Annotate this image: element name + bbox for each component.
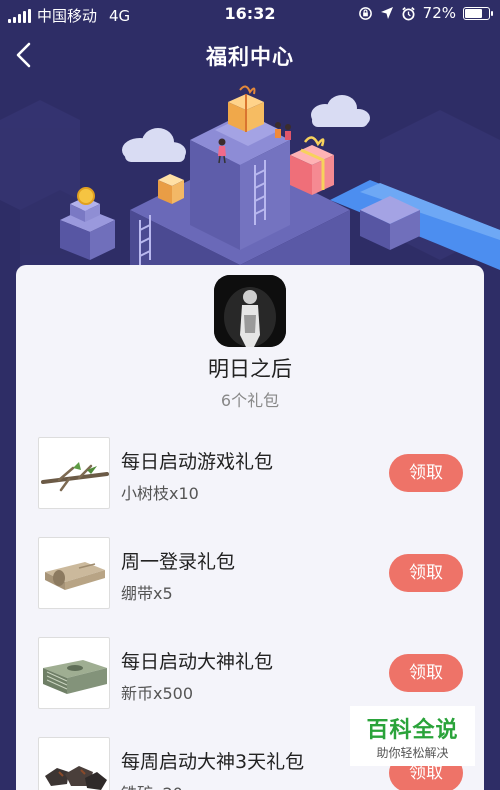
item-reward: 绷带x5 <box>121 584 173 603</box>
screen: 中国移动 4G 16:32 72% 福利中心 明日之后 6个礼包 每日启动游戏礼… <box>0 0 500 790</box>
list-item: 每日启动游戏礼包 小树枝x10 领取 <box>38 437 468 511</box>
watermark: 百科全说 助你轻松解决 <box>350 706 475 766</box>
item-thumbnail <box>38 637 110 709</box>
item-reward: 铁矿x20 <box>121 780 183 790</box>
claim-button[interactable]: 领取 <box>389 654 463 692</box>
cloud-icon <box>311 95 370 127</box>
cloud-icon <box>122 128 186 162</box>
list-item: 每日启动大神礼包 新币x500 领取 <box>38 637 468 711</box>
rotation-lock-icon <box>358 6 372 20</box>
watermark-subtitle: 助你轻松解决 <box>376 746 449 760</box>
item-reward: 新币x500 <box>121 684 194 703</box>
item-thumbnail <box>38 737 110 790</box>
list-item: 周一登录礼包 绷带x5 领取 <box>38 537 468 611</box>
gift-icon <box>290 136 334 195</box>
battery-percent: 72% <box>422 4 456 22</box>
alarm-icon <box>401 6 415 20</box>
gift-icon <box>228 85 264 132</box>
hero-illustration <box>0 85 500 280</box>
bandage-icon <box>45 562 105 590</box>
survivor-figure-icon <box>214 275 286 347</box>
money-icon <box>43 660 107 694</box>
watermark-title: 百科全说 <box>366 718 459 743</box>
location-icon <box>380 7 393 19</box>
status-bar: 中国移动 4G 16:32 72% <box>0 0 500 28</box>
gift-icon <box>158 174 184 204</box>
coin-icon <box>77 187 95 205</box>
game-icon[interactable] <box>214 275 286 347</box>
game-name: 明日之后 <box>208 357 292 381</box>
page-title: 福利中心 <box>206 45 294 69</box>
item-title: 每周启动大神3天礼包 <box>121 751 305 773</box>
package-count: 6个礼包 <box>220 391 280 410</box>
item-title: 每日启动大神礼包 <box>121 651 274 673</box>
item-title: 周一登录礼包 <box>121 551 236 573</box>
item-thumbnail <box>38 537 110 609</box>
nav-bar: 福利中心 <box>0 30 500 80</box>
claim-button[interactable]: 领取 <box>389 554 463 592</box>
item-reward: 小树枝x10 <box>121 484 199 503</box>
item-thumbnail <box>38 437 110 509</box>
claim-button[interactable]: 领取 <box>389 454 463 492</box>
twig-icon <box>41 462 109 492</box>
item-title: 每日启动游戏礼包 <box>121 451 274 473</box>
status-right: 72% <box>358 4 493 22</box>
battery-icon <box>463 6 493 20</box>
ore-icon <box>45 766 107 790</box>
